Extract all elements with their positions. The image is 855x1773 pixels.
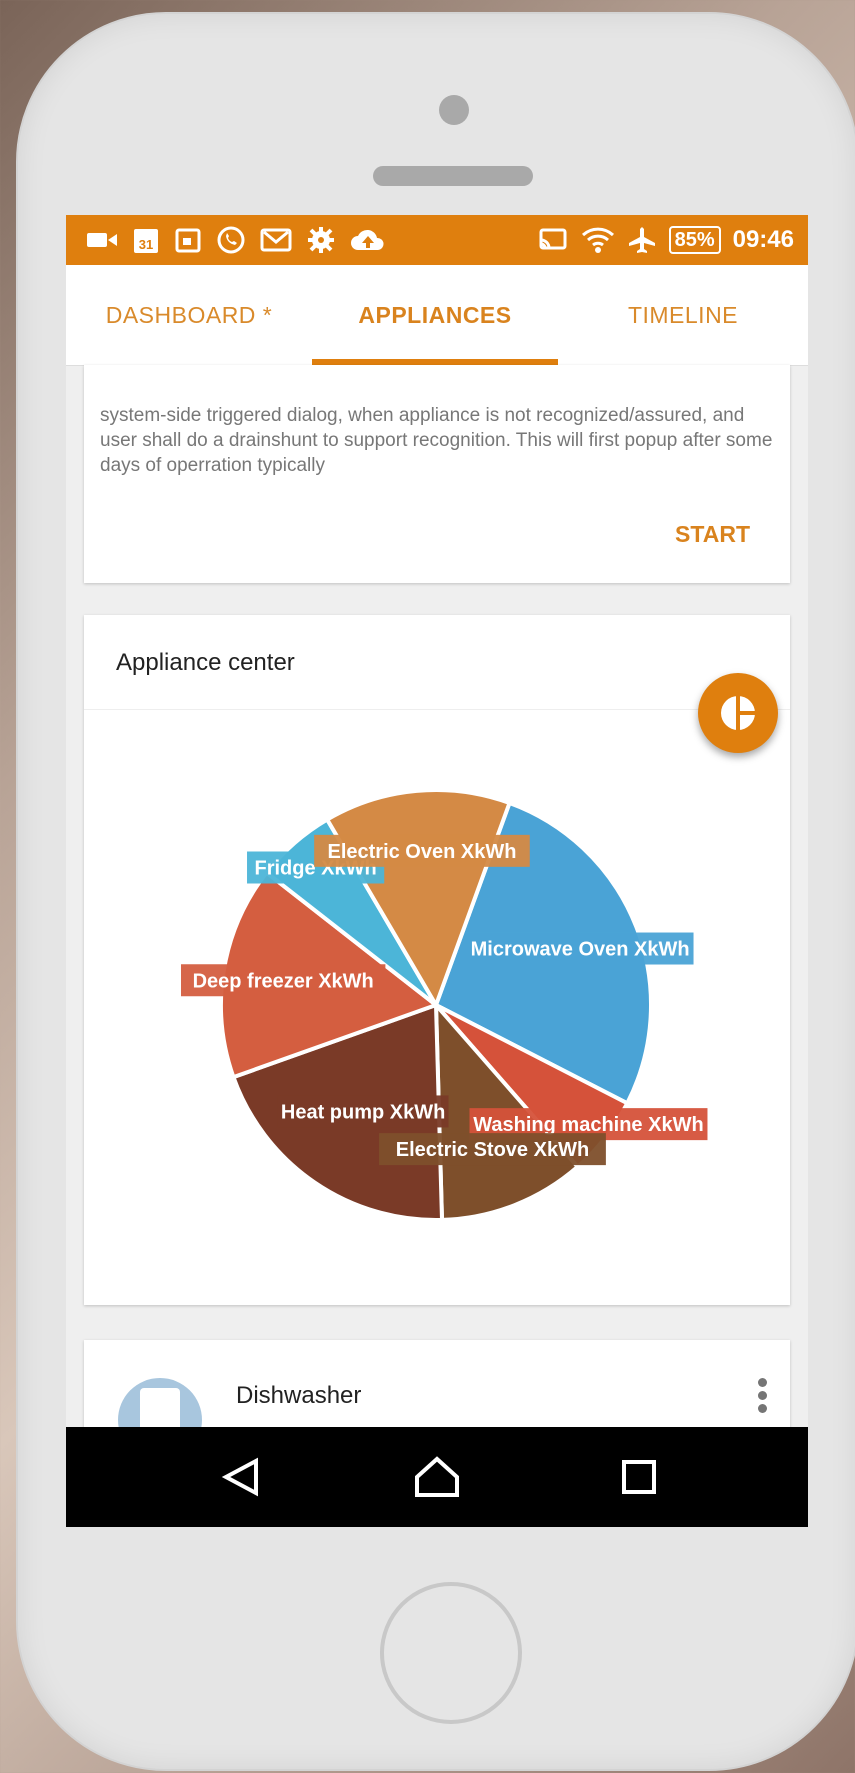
cast-icon bbox=[539, 228, 567, 250]
gmail-icon bbox=[260, 228, 292, 252]
svg-text:Electric Oven XkWh: Electric Oven XkWh bbox=[327, 841, 516, 863]
pie-label-4: Deep freezer XkWh bbox=[180, 964, 386, 997]
cloud-upload-icon bbox=[351, 229, 384, 250]
settings-icon bbox=[308, 227, 334, 253]
appliance-pie-chart: Microwave Oven XkWh Washing machine XkWh E… bbox=[180, 788, 708, 1222]
svg-text:Deep freezer XkWh: Deep freezer XkWh bbox=[193, 970, 374, 992]
pie-label-0: Microwave Oven XkWh bbox=[466, 932, 694, 965]
earpiece-speaker bbox=[373, 166, 533, 186]
battery-indicator: 85% bbox=[668, 226, 721, 254]
tab-dashboard[interactable]: DASHBOARD * bbox=[66, 265, 312, 365]
system-nav-bar bbox=[66, 1427, 808, 1527]
wifi-icon bbox=[581, 227, 614, 253]
calendar-icon bbox=[175, 228, 201, 253]
app-screen: 31 85% 09:46 DASHBOARD * APPLIANCES TIME… bbox=[66, 215, 808, 1527]
hardware-home-button[interactable] bbox=[380, 1582, 522, 1724]
svg-text:Heat pump XkWh: Heat pump XkWh bbox=[281, 1101, 445, 1123]
dialog-message: system-side triggered dialog, when appli… bbox=[100, 405, 773, 476]
pie-label-6: Electric Oven XkWh bbox=[314, 834, 530, 867]
recents-icon[interactable] bbox=[604, 1447, 674, 1507]
airplane-icon bbox=[628, 227, 655, 253]
svg-text:Microwave Oven XkWh: Microwave Oven XkWh bbox=[471, 939, 690, 961]
tab-timeline[interactable]: TIMELINE bbox=[558, 265, 808, 365]
video-icon bbox=[87, 233, 117, 247]
tab-bar: DASHBOARD * APPLIANCES TIMELINE bbox=[66, 265, 808, 366]
home-icon[interactable] bbox=[402, 1447, 472, 1507]
pie-label-2: Electric Stove XkWh bbox=[379, 1133, 606, 1166]
clock: 09:46 bbox=[732, 226, 794, 253]
calendar-31-icon: 31 bbox=[134, 229, 158, 253]
svg-text:31: 31 bbox=[139, 237, 153, 252]
appliance-center-title: Appliance center bbox=[116, 649, 295, 676]
appliance-center-card: Appliance center Microwave Oven XkWh Wash… bbox=[84, 615, 790, 1305]
recognition-dialog-card: system-side triggered dialog, when appli… bbox=[84, 365, 790, 583]
svg-text:Electric Stove XkWh: Electric Stove XkWh bbox=[396, 1139, 589, 1161]
back-icon[interactable] bbox=[206, 1447, 276, 1507]
tab-appliances[interactable]: APPLIANCES bbox=[312, 265, 558, 365]
status-bar: 31 85% 09:46 bbox=[66, 215, 808, 265]
pie-label-3: Heat pump XkWh bbox=[277, 1095, 449, 1128]
front-camera bbox=[439, 95, 469, 125]
appliance-name: Dishwasher bbox=[236, 1382, 362, 1409]
card-divider bbox=[84, 709, 790, 710]
whatsapp-icon bbox=[217, 226, 245, 254]
start-button[interactable]: START bbox=[675, 521, 750, 548]
more-options-icon[interactable] bbox=[752, 1372, 772, 1420]
svg-text:Washing machine XkWh: Washing machine XkWh bbox=[473, 1114, 703, 1136]
